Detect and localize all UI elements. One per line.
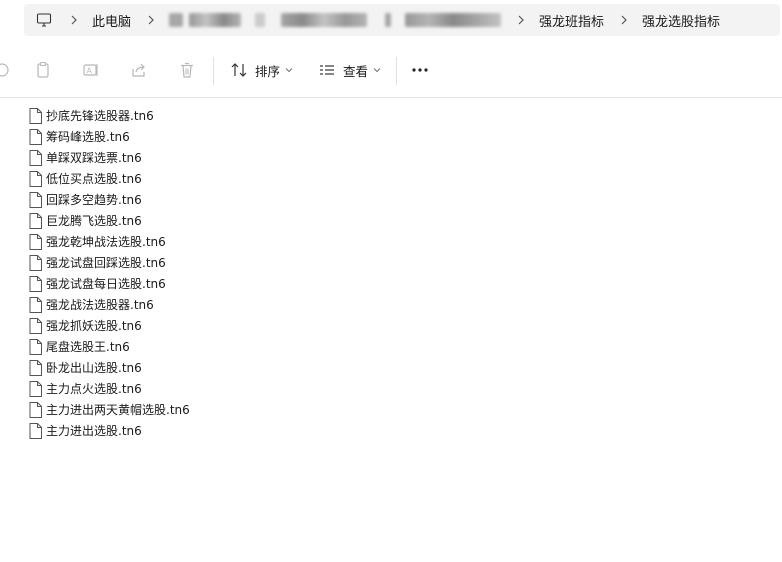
file-item[interactable]: 主力进出两天黄帽选股.tn6 xyxy=(28,399,190,420)
file-item[interactable]: 单踩双踩选票.tn6 xyxy=(28,147,190,168)
file-item[interactable]: 主力点火选股.tn6 xyxy=(28,378,190,399)
file-name: 强龙战法选股器.tn6 xyxy=(46,298,154,312)
file-icon xyxy=(28,233,42,251)
file-icon xyxy=(28,401,42,419)
file-icon xyxy=(28,380,42,398)
share-icon[interactable] xyxy=(129,58,149,82)
redacted-breadcrumb-segment[interactable] xyxy=(281,13,368,27)
file-icon xyxy=(28,149,42,167)
file-icon xyxy=(28,275,42,293)
file-item[interactable]: 强龙试盘回踩选股.tn6 xyxy=(28,252,190,273)
file-item[interactable]: 回踩多空趋势.tn6 xyxy=(28,189,190,210)
view-list-icon xyxy=(317,60,337,80)
file-item[interactable]: 强龙战法选股器.tn6 xyxy=(28,294,190,315)
chevron-right-icon[interactable] xyxy=(618,15,630,25)
address-area: 此电脑 强龙班指标 强龙选股指标 xyxy=(0,0,782,42)
sort-icon xyxy=(229,60,249,80)
view-button[interactable]: 查看 xyxy=(317,58,381,82)
toolbar-divider xyxy=(213,57,214,85)
rename-icon[interactable]: A xyxy=(81,58,101,82)
file-icon xyxy=(28,359,42,377)
file-list: 抄底先锋选股器.tn6 筹码峰选股.tn6 单踩双踩选票.tn6 低位买点选股.… xyxy=(28,105,190,441)
file-name: 抄底先锋选股器.tn6 xyxy=(46,109,154,123)
file-icon xyxy=(28,296,42,314)
file-item[interactable]: 筹码峰选股.tn6 xyxy=(28,126,190,147)
breadcrumb-item-this-pc[interactable]: 此电脑 xyxy=(92,11,131,30)
file-name: 强龙试盘回踩选股.tn6 xyxy=(46,256,166,270)
svg-text:A: A xyxy=(87,67,93,76)
file-item[interactable]: 强龙抓妖选股.tn6 xyxy=(28,315,190,336)
breadcrumb[interactable]: 此电脑 强龙班指标 强龙选股指标 xyxy=(24,4,780,36)
file-name: 筹码峰选股.tn6 xyxy=(46,130,130,144)
file-item[interactable]: 尾盘选股王.tn6 xyxy=(28,336,190,357)
copy-icon[interactable] xyxy=(33,58,53,82)
file-name: 卧龙出山选股.tn6 xyxy=(46,361,142,375)
file-icon xyxy=(28,128,42,146)
chevron-right-icon[interactable] xyxy=(68,15,80,25)
file-item[interactable]: 强龙试盘每日选股.tn6 xyxy=(28,273,190,294)
file-icon xyxy=(28,422,42,440)
file-name: 主力进出选股.tn6 xyxy=(46,424,142,438)
delete-icon[interactable] xyxy=(177,58,197,82)
file-name: 强龙抓妖选股.tn6 xyxy=(46,319,142,333)
sort-label: 排序 xyxy=(255,63,281,79)
file-name: 主力进出两天黄帽选股.tn6 xyxy=(46,403,190,417)
file-name: 巨龙腾飞选股.tn6 xyxy=(46,214,142,228)
chevron-down-icon xyxy=(373,67,381,73)
file-icon xyxy=(28,212,42,230)
file-name: 单踩双踩选票.tn6 xyxy=(46,151,142,165)
more-options-button[interactable] xyxy=(410,58,430,82)
file-name: 主力点火选股.tn6 xyxy=(46,382,142,396)
file-item[interactable]: 低位买点选股.tn6 xyxy=(28,168,190,189)
redacted-breadcrumb-segment[interactable] xyxy=(169,13,266,27)
file-item[interactable]: 卧龙出山选股.tn6 xyxy=(28,357,190,378)
redacted-breadcrumb-segment[interactable] xyxy=(385,13,502,27)
view-label: 查看 xyxy=(343,63,369,79)
file-name: 低位买点选股.tn6 xyxy=(46,172,142,186)
file-item[interactable]: 强龙乾坤战法选股.tn6 xyxy=(28,231,190,252)
breadcrumb-item-current-folder[interactable]: 强龙选股指标 xyxy=(642,11,720,30)
file-icon xyxy=(28,170,42,188)
file-name: 强龙试盘每日选股.tn6 xyxy=(46,277,166,291)
computer-icon[interactable] xyxy=(34,10,54,30)
command-bar: A 排序 查看 xyxy=(0,43,782,98)
file-icon xyxy=(28,338,42,356)
file-item[interactable]: 巨龙腾飞选股.tn6 xyxy=(28,210,190,231)
file-icon xyxy=(28,254,42,272)
file-item[interactable]: 抄底先锋选股器.tn6 xyxy=(28,105,190,126)
file-icon xyxy=(28,191,42,209)
chevron-down-icon xyxy=(285,67,293,73)
more-options-icon xyxy=(410,60,430,80)
file-name: 尾盘选股王.tn6 xyxy=(46,340,130,354)
file-item[interactable]: 主力进出选股.tn6 xyxy=(28,420,190,441)
chevron-right-icon[interactable] xyxy=(515,15,527,25)
cut-icon[interactable] xyxy=(0,58,12,82)
breadcrumb-item-qianglong-ban[interactable]: 强龙班指标 xyxy=(539,11,604,30)
sort-button[interactable]: 排序 xyxy=(229,58,293,82)
file-name: 强龙乾坤战法选股.tn6 xyxy=(46,235,166,249)
toolbar-divider xyxy=(396,57,397,85)
chevron-right-icon[interactable] xyxy=(145,15,157,25)
file-name: 回踩多空趋势.tn6 xyxy=(46,193,142,207)
file-icon xyxy=(28,317,42,335)
file-icon xyxy=(28,107,42,125)
file-explorer-window: 此电脑 强龙班指标 强龙选股指标 A 排序 查看 抄底先锋选股器.tn6 筹码峰… xyxy=(0,0,782,562)
